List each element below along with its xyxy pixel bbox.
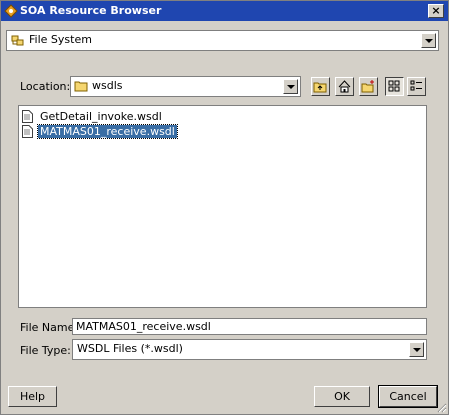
- list-view-button[interactable]: [385, 77, 404, 96]
- close-button[interactable]: ×: [428, 4, 444, 18]
- cancel-button[interactable]: Cancel: [378, 385, 438, 408]
- title-bar[interactable]: SOA Resource Browser ×: [1, 1, 448, 21]
- location-label: Location:: [20, 80, 71, 93]
- file-name-text: GetDetail_invoke.wsdl: [40, 110, 162, 123]
- resize-grip-icon[interactable]: [435, 401, 447, 413]
- file-system-icon: [11, 35, 24, 46]
- folder-icon: [74, 81, 88, 92]
- file-type-combo[interactable]: WSDL Files (*.wsdl): [72, 339, 427, 360]
- up-folder-icon: [313, 82, 327, 93]
- new-folder-icon: [361, 80, 374, 93]
- home-button[interactable]: [335, 77, 354, 96]
- file-type-dropdown-arrow[interactable]: [409, 342, 424, 357]
- location-dropdown-arrow[interactable]: [283, 79, 298, 94]
- help-button[interactable]: Help: [8, 386, 57, 407]
- ok-button[interactable]: OK: [314, 386, 370, 407]
- soa-resource-browser-dialog: SOA Resource Browser × File System Locat…: [0, 0, 449, 415]
- app-icon: [4, 4, 18, 18]
- details-view-icon: [410, 80, 422, 91]
- source-combo[interactable]: File System: [6, 30, 439, 51]
- up-folder-button[interactable]: [311, 77, 330, 96]
- new-folder-button[interactable]: [359, 77, 378, 96]
- file-name-value: MATMAS01_receive.wsdl: [76, 320, 211, 333]
- file-name-input[interactable]: MATMAS01_receive.wsdl: [72, 318, 427, 335]
- list-view-icon: [388, 80, 400, 92]
- file-type-value: WSDL Files (*.wsdl): [77, 342, 183, 355]
- file-name-label: File Name:: [20, 321, 79, 334]
- location-value: wsdls: [92, 79, 123, 92]
- wsdl-file-icon: [22, 110, 33, 123]
- window-title: SOA Resource Browser: [20, 4, 162, 17]
- source-dropdown-arrow[interactable]: [421, 33, 436, 48]
- file-type-label: File Type:: [20, 344, 71, 357]
- file-list[interactable]: GetDetail_invoke.wsdl MATMAS01_receive.w…: [18, 105, 427, 308]
- location-combo[interactable]: wsdls: [70, 76, 301, 97]
- home-icon: [338, 80, 351, 93]
- details-view-button[interactable]: [407, 77, 426, 96]
- wsdl-file-icon: [22, 125, 33, 138]
- file-name-text: MATMAS01_receive.wsdl: [37, 124, 178, 139]
- source-combo-value: File System: [29, 33, 92, 46]
